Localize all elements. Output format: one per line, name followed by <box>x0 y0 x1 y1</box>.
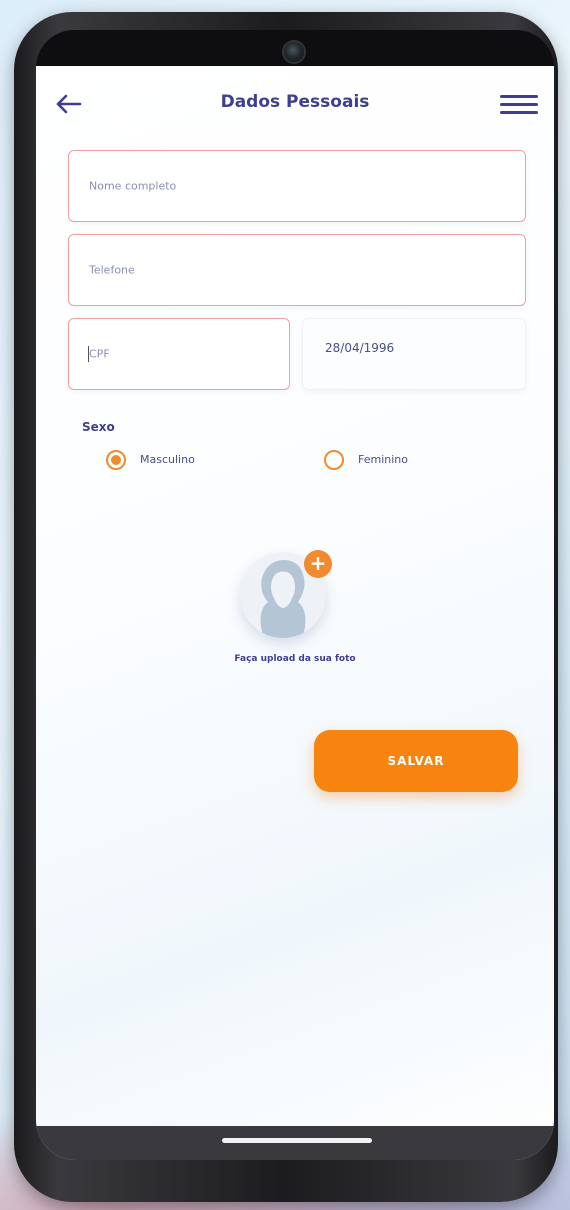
radio-button <box>324 450 344 470</box>
plus-icon[interactable]: + <box>304 550 332 578</box>
hamburger-menu-icon-line <box>500 95 538 98</box>
front-camera <box>282 40 306 64</box>
nome-completo-placeholder: Nome completo <box>89 179 177 193</box>
nome-completo-field[interactable]: Nome completo <box>68 150 526 222</box>
photo-upload[interactable]: + <box>240 550 332 642</box>
telefone-field[interactable]: Telefone <box>68 234 526 306</box>
radio-dot <box>111 455 121 465</box>
radio-button-selected <box>106 450 126 470</box>
menu-button[interactable] <box>500 90 538 118</box>
home-indicator[interactable] <box>222 1138 372 1143</box>
page-title: Dados Pessoais <box>220 92 370 112</box>
header-bar: Dados Pessoais <box>36 86 554 122</box>
radio-feminino[interactable]: Feminino <box>324 450 464 474</box>
navigation-bar <box>36 1126 554 1160</box>
upload-photo-label: Faça upload da sua foto <box>234 654 356 664</box>
hamburger-menu-icon-line <box>500 103 538 106</box>
app-screen: Dados Pessoais Nome completo Telefone CP… <box>36 66 554 1160</box>
data-nascimento-field[interactable]: 28/04/1996 <box>302 318 526 390</box>
radio-masculino-label: Masculino <box>140 453 195 466</box>
radio-feminino-label: Feminino <box>358 453 408 466</box>
hamburger-menu-icon-line <box>500 111 538 114</box>
cpf-field[interactable]: CPF <box>68 318 290 390</box>
sexo-label: Sexo <box>82 420 115 434</box>
cpf-placeholder: CPF <box>89 347 110 361</box>
telefone-placeholder: Telefone <box>89 263 135 277</box>
save-button[interactable]: SALVAR <box>314 730 518 792</box>
radio-masculino[interactable]: Masculino <box>106 450 246 474</box>
data-nascimento-value: 28/04/1996 <box>325 341 395 355</box>
